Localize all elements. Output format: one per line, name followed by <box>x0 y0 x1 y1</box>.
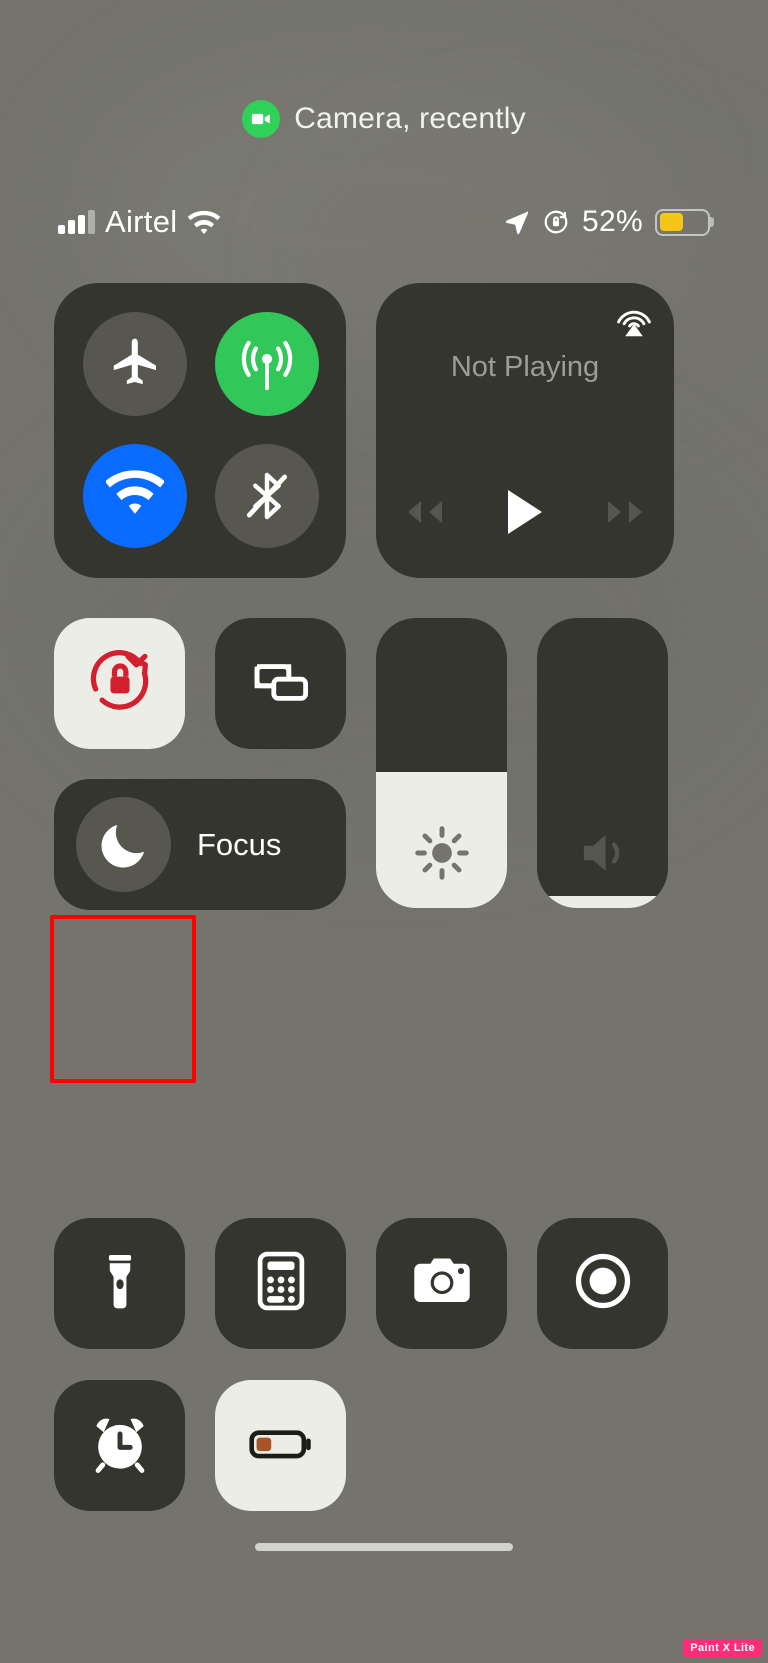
wifi-icon <box>187 209 221 235</box>
play-button[interactable] <box>504 488 546 536</box>
camera-icon <box>407 1246 477 1321</box>
brightness-sun-icon <box>376 822 507 884</box>
low-power-mode-toggle[interactable] <box>215 1380 346 1511</box>
screen-mirroring-toggle[interactable] <box>215 618 346 749</box>
brightness-slider[interactable] <box>376 618 507 908</box>
screen-record-icon <box>568 1246 638 1321</box>
alarm-clock-icon <box>85 1408 155 1483</box>
wifi-toggle[interactable] <box>83 444 187 548</box>
status-bar: Airtel 52% <box>0 196 768 248</box>
now-playing-title: Not Playing <box>450 351 600 383</box>
battery-percentage-label: 52% <box>582 205 643 238</box>
location-arrow-icon <box>503 209 530 236</box>
fast-forward-button[interactable] <box>604 497 650 527</box>
alarm-button[interactable] <box>54 1380 185 1511</box>
home-indicator[interactable] <box>255 1543 513 1551</box>
wifi-icon <box>106 467 164 525</box>
focus-label: Focus <box>197 826 282 862</box>
focus-toggle[interactable]: Focus <box>54 779 346 910</box>
carrier-label: Airtel <box>105 204 178 239</box>
volume-slider[interactable] <box>537 618 668 908</box>
recent-app-banner-label: Camera, recently <box>294 102 526 135</box>
now-playing-module[interactable]: Not Playing <box>376 283 674 578</box>
screen-record-button[interactable] <box>537 1218 668 1349</box>
app-watermark: Paint X Lite <box>683 1639 762 1657</box>
cellular-data-toggle[interactable] <box>215 312 319 416</box>
battery-icon <box>655 208 710 236</box>
screen-mirroring-icon <box>245 645 317 722</box>
airplane-mode-toggle[interactable] <box>83 312 187 416</box>
battery-low-icon <box>243 1405 319 1486</box>
flashlight-toggle[interactable] <box>54 1218 185 1349</box>
airplane-icon <box>107 336 163 392</box>
camera-button[interactable] <box>376 1218 507 1349</box>
flashlight-highlight-box <box>50 915 196 1083</box>
speaker-icon <box>537 822 668 884</box>
connectivity-module <box>54 283 346 578</box>
rotation-lock-icon <box>542 208 570 236</box>
cellular-signal-bars-icon <box>58 210 95 234</box>
rotation-lock-icon <box>83 644 157 723</box>
recent-app-banner[interactable]: Camera, recently <box>0 100 768 138</box>
moon-icon <box>76 797 171 892</box>
rewind-button[interactable] <box>400 497 446 527</box>
flashlight-icon <box>85 1246 155 1321</box>
rotation-lock-toggle[interactable] <box>54 618 185 749</box>
bluetooth-off-icon <box>239 468 295 524</box>
airplay-audio-icon[interactable] <box>612 297 656 341</box>
calculator-button[interactable] <box>215 1218 346 1349</box>
cellular-antenna-icon <box>238 335 296 393</box>
camera-video-icon <box>242 100 281 138</box>
bluetooth-toggle[interactable] <box>215 444 319 548</box>
calculator-icon <box>248 1248 314 1319</box>
